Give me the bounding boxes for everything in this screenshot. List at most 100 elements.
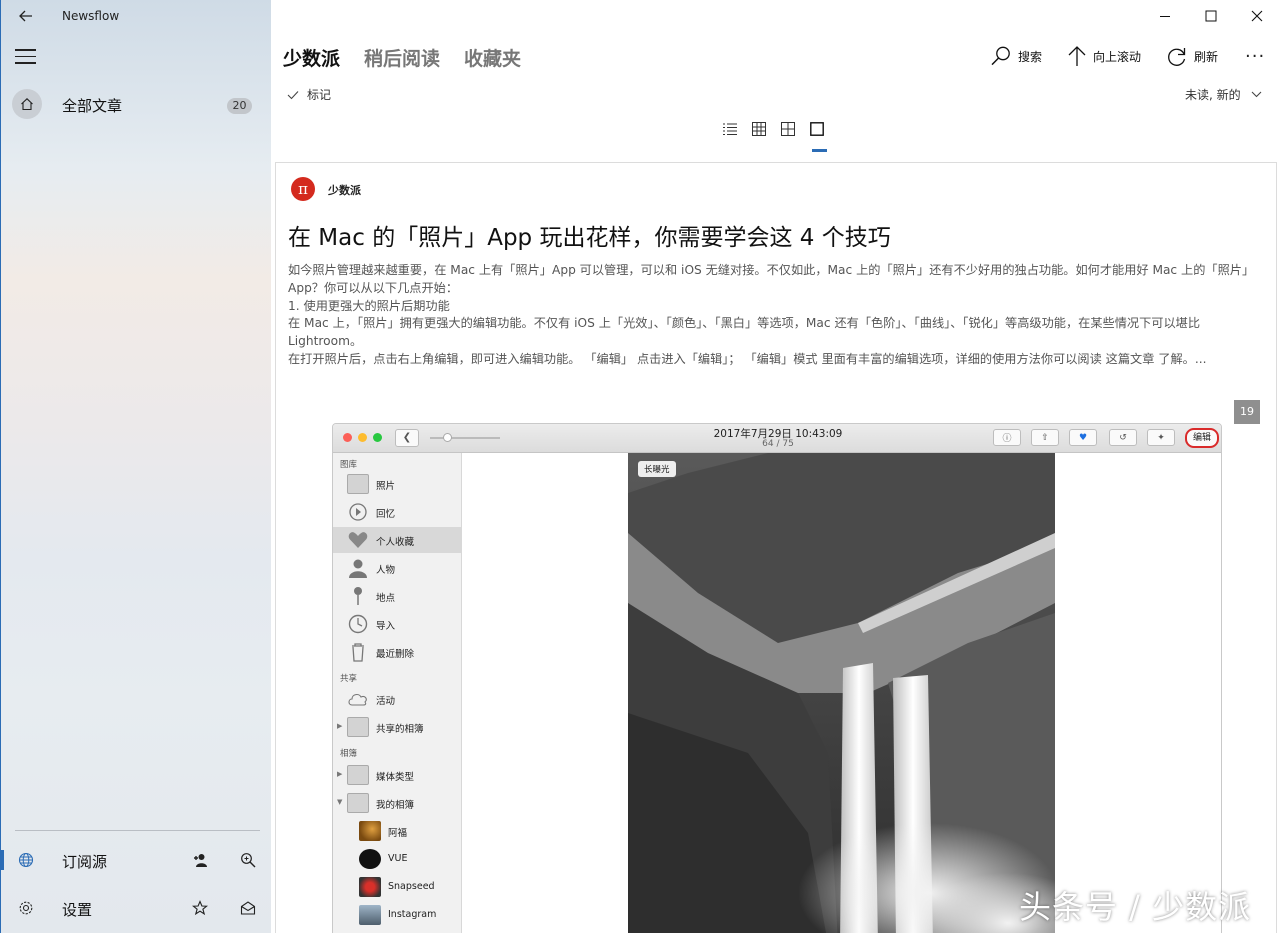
- hamburger-menu-icon[interactable]: [15, 49, 37, 65]
- mac-magic-wand-icon: ✦: [1147, 429, 1175, 446]
- mac-heart-icon: ♥: [1069, 429, 1097, 446]
- maximize-icon: [1205, 10, 1217, 22]
- mac-photos-sidebar: 图库 照片 回忆 个人收藏 人物 地点 导入 最近删除 共享 活动 ▶ 共享的相簿…: [333, 453, 462, 933]
- album-thumbnail: [359, 905, 381, 925]
- summary-paragraph: 如今照片管理越来越重要，在 Mac 上有「照片」App 可以管理，可以和 iOS…: [288, 263, 1255, 295]
- refresh-icon: [1168, 48, 1186, 66]
- mac-section-library: 图库: [340, 460, 358, 470]
- main-content: 少数派 稍后阅读 收藏夹 搜索 向上滚动 刷新 ··· 标记 未读, 新的 π …: [271, 0, 1281, 933]
- feed-tabs: 少数派 稍后阅读 收藏夹: [283, 44, 521, 74]
- back-button[interactable]: [15, 6, 37, 26]
- scroll-up-button[interactable]: 向上滚动: [1067, 44, 1141, 68]
- search-feed-icon[interactable]: [238, 850, 258, 870]
- mac-item-label: 共享的相簿: [376, 724, 424, 735]
- sidebar-item-settings[interactable]: 设置: [1, 888, 272, 928]
- article-card[interactable]: π 少数派 在 Mac 的「照片」App 玩出花样，你需要学会这 4 个技巧 如…: [275, 162, 1277, 933]
- close-button[interactable]: [1245, 4, 1269, 28]
- album-icon: [347, 717, 369, 737]
- mac-sidebar-item: 个人收藏: [333, 527, 462, 553]
- chevron-down-icon: [1251, 91, 1262, 98]
- tab-favorites[interactable]: 收藏夹: [464, 44, 521, 74]
- person-icon: [347, 558, 369, 578]
- star-icon[interactable]: [190, 898, 210, 918]
- mac-zoom-dot: [373, 433, 382, 442]
- refresh-label: 刷新: [1194, 49, 1219, 64]
- mail-open-icon[interactable]: [238, 898, 258, 918]
- mark-label: 标记: [307, 88, 332, 102]
- tab-read-later[interactable]: 稍后阅读: [364, 44, 440, 74]
- refresh-button[interactable]: 刷新: [1166, 44, 1218, 68]
- article-title[interactable]: 在 Mac 的「照片」App 玩出花样，你需要学会这 4 个技巧: [288, 218, 891, 252]
- photos-icon: [347, 474, 369, 494]
- list-view-icon[interactable]: [722, 121, 738, 137]
- image-count-badge: 19: [1234, 400, 1260, 424]
- large-grid-view-icon[interactable]: [780, 121, 796, 137]
- small-grid-view-icon[interactable]: [751, 121, 767, 137]
- mac-sidebar-item: 导入: [333, 611, 462, 637]
- app-title: Newsflow: [62, 9, 120, 23]
- mac-item-label: 媒体类型: [376, 772, 415, 783]
- album-thumbnail: [359, 877, 381, 897]
- mac-close-dot: [343, 433, 352, 442]
- sidebar-item-subscriptions[interactable]: 订阅源: [1, 840, 272, 880]
- mac-photo-viewer: 长曝光: [462, 453, 1221, 933]
- tab-sspai[interactable]: 少数派: [283, 44, 340, 74]
- search-label: 搜索: [1018, 49, 1043, 64]
- disclosure-triangle-icon: ▼: [337, 798, 343, 806]
- mac-sidebar-item: 阿福: [333, 818, 462, 844]
- sidebar-item-label: 全部文章: [62, 97, 123, 115]
- mac-sidebar-item: 人物: [333, 555, 462, 581]
- album-icon: [347, 793, 369, 813]
- mac-item-label: 人物: [376, 565, 396, 576]
- mac-share-icon: ⇧: [1031, 429, 1059, 446]
- album-thumbnail: [359, 849, 381, 869]
- minimize-button[interactable]: [1153, 4, 1177, 28]
- sidebar-divider: [15, 830, 260, 831]
- mac-sidebar-item: Snapseed: [333, 874, 462, 900]
- mac-info-icon: ⓘ: [993, 429, 1021, 446]
- live-photo-badge: 长曝光: [638, 461, 676, 477]
- mac-sidebar-item: ▶ 共享的相簿: [333, 714, 462, 740]
- filter-label: 未读, 新的: [1185, 88, 1241, 102]
- selection-indicator: [1, 850, 4, 870]
- unread-count-badge: 20: [227, 98, 252, 114]
- maximize-button[interactable]: [1199, 4, 1223, 28]
- search-button[interactable]: 搜索: [990, 44, 1042, 68]
- mac-back-chevron-icon: ❮: [395, 429, 419, 447]
- sidebar-item-label: 订阅源: [62, 853, 108, 871]
- mac-item-label: Instagram: [388, 909, 437, 920]
- album-icon: [347, 765, 369, 785]
- disclosure-triangle-icon: ▶: [337, 722, 343, 730]
- mac-item-label: 阿福: [388, 828, 408, 839]
- cloud-icon: [347, 689, 369, 709]
- search-icon: [991, 46, 1010, 66]
- mac-sidebar-item: Instagram: [333, 902, 462, 928]
- heart-icon: [347, 530, 369, 550]
- more-options-icon[interactable]: ···: [1245, 46, 1265, 67]
- single-article-view-icon[interactable]: [809, 121, 825, 137]
- add-feed-icon[interactable]: [190, 850, 210, 870]
- mac-minimize-dot: [358, 433, 367, 442]
- arrow-left-icon: [19, 10, 32, 22]
- filter-dropdown[interactable]: 未读, 新的: [1185, 86, 1262, 103]
- mac-item-label: 地点: [376, 593, 396, 604]
- sidebar-item-all-articles[interactable]: 全部文章 20: [1, 86, 272, 124]
- summary-paragraph: 在 Mac 上，「照片」拥有更强大的编辑功能。不仅有 iOS 上「光效」、「颜色…: [288, 316, 1201, 349]
- mac-item-label: 导入: [376, 621, 396, 632]
- arrow-up-icon: [1068, 46, 1086, 66]
- mac-sidebar-item: 照片: [333, 471, 462, 497]
- mac-section-albums: 相簿: [340, 749, 358, 759]
- mark-button[interactable]: 标记: [287, 86, 331, 103]
- mac-item-label: VUE: [388, 853, 408, 864]
- home-icon: [12, 89, 42, 119]
- article-summary: 如今照片管理越来越重要，在 Mac 上有「照片」App 可以管理，可以和 iOS…: [288, 262, 1263, 369]
- summary-paragraph: 在打开照片后，点击右上角编辑，即可进入编辑功能。 「编辑」 点击进入「编辑」； …: [288, 351, 1207, 366]
- active-view-indicator: [812, 149, 827, 152]
- scroll-up-label: 向上滚动: [1093, 49, 1142, 64]
- trash-icon: [347, 642, 369, 662]
- mac-sidebar-item: 最近删除: [333, 639, 462, 665]
- pin-icon: [347, 586, 369, 606]
- album-thumbnail: [359, 821, 381, 841]
- mac-zoom-slider: [430, 433, 500, 442]
- watermark-text: 头条号 / 少数派: [1019, 888, 1252, 926]
